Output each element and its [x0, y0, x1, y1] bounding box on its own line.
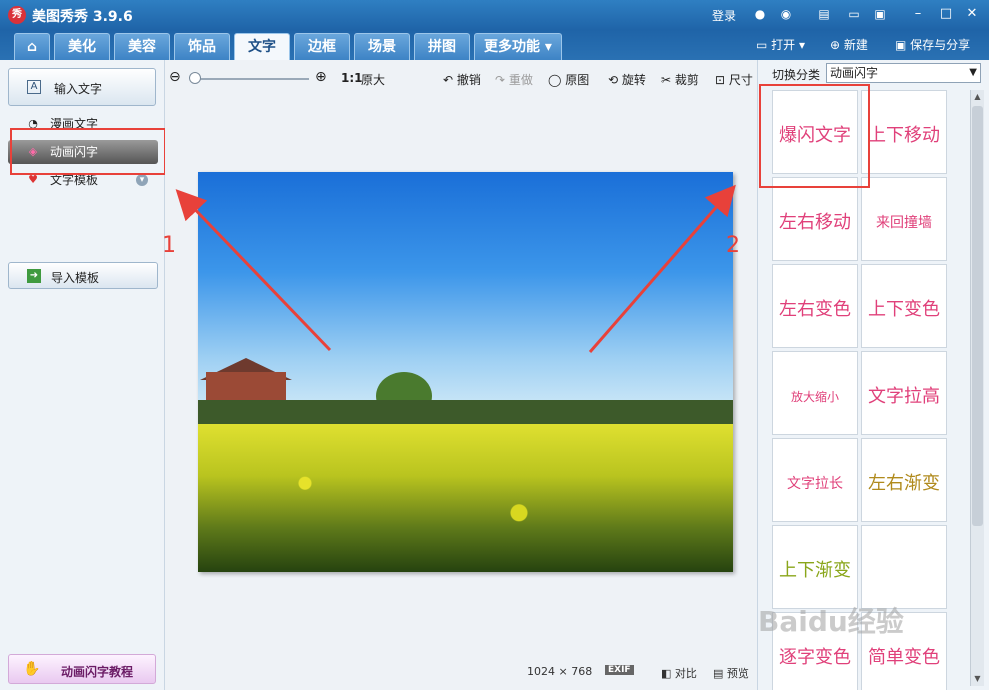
annotation-label-1: 1 — [162, 233, 176, 258]
arrow-1 — [175, 189, 332, 352]
effect-tile[interactable] — [861, 525, 947, 609]
effect-tile-label: 左右移动 — [779, 212, 851, 233]
effect-tile[interactable]: 左右变色 — [772, 264, 858, 348]
effect-tile[interactable]: 来回撞墙 — [861, 177, 947, 261]
effect-tile[interactable]: 上下变色 — [861, 264, 947, 348]
effect-tile-label: 放大缩小 — [790, 390, 839, 404]
effect-tile[interactable]: 放大缩小 — [772, 351, 858, 435]
effect-tile[interactable]: 左右渐变 — [861, 438, 947, 522]
scroll-down-icon[interactable]: ▼ — [971, 672, 984, 686]
category-label: 切换分类 — [772, 68, 821, 82]
scroll-up-icon[interactable]: ▲ — [971, 90, 984, 104]
baidu-watermark: Baidu经验 — [758, 605, 904, 638]
effect-tile-label: 上下变色 — [868, 299, 940, 320]
effect-tile-label: 文字拉高 — [868, 386, 940, 407]
effect-tile-label: 简单变色 — [868, 647, 940, 668]
annotation-label-2: 2 — [726, 233, 740, 258]
effect-tile-label: 文字拉长 — [787, 476, 843, 492]
effect-tile-label: 来回撞墙 — [876, 215, 932, 231]
effect-tile-label: 上下移动 — [868, 125, 940, 146]
effect-tile[interactable]: 文字拉长 — [772, 438, 858, 522]
effect-tile-label: 逐字变色 — [779, 647, 851, 668]
effect-tile-label: 左右变色 — [779, 299, 851, 320]
effect-scrollbar[interactable]: ▲ ▼ — [970, 90, 984, 686]
effect-tile[interactable]: 上下渐变 — [772, 525, 858, 609]
chevron-down-icon: ▼ — [969, 67, 977, 78]
effect-tile-label: 上下渐变 — [779, 560, 851, 581]
scrollbar-thumb[interactable] — [972, 106, 983, 526]
effect-tile[interactable]: 文字拉高 — [861, 351, 947, 435]
arrow-2 — [588, 184, 736, 353]
effect-tile[interactable]: 左右移动 — [772, 177, 858, 261]
category-select[interactable]: 动画闪字 ▼ — [826, 63, 981, 83]
highlight-box-2 — [759, 84, 870, 188]
effect-tile-label: 左右渐变 — [868, 473, 940, 494]
effect-tile[interactable]: 上下移动 — [861, 90, 947, 174]
